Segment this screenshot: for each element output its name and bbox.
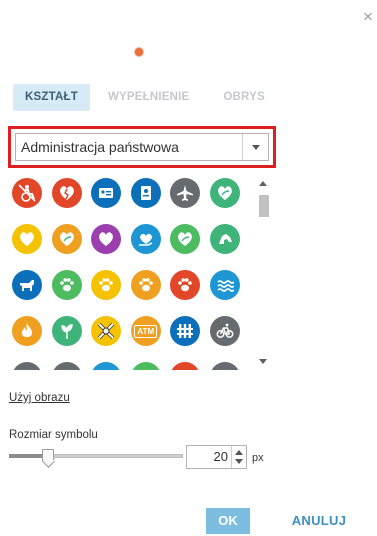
paw-icon[interactable] (51, 270, 82, 300)
heart-leaf-icon[interactable] (170, 224, 201, 254)
heart-leaf-icon[interactable] (51, 224, 82, 254)
symbol-gallery: ATM (12, 175, 270, 370)
fire-icon-glyph (21, 323, 33, 337)
paw-icon-glyph (138, 278, 153, 292)
paw-icon[interactable] (130, 270, 161, 300)
size-unit: px (252, 452, 264, 464)
atm-label: ATM (134, 324, 158, 338)
heart-icon[interactable] (12, 224, 42, 254)
heart-hand-icon[interactable] (130, 224, 161, 254)
symbol-size-input[interactable]: 20 (186, 445, 247, 469)
symbol-size-slider[interactable] (9, 449, 183, 462)
generic-symbol-icon[interactable] (12, 362, 42, 370)
heart-icon-glyph (99, 232, 114, 246)
paw-icon[interactable] (91, 270, 122, 300)
symbol-grid: ATM (12, 175, 252, 370)
railroad-crossing-icon-glyph (97, 322, 115, 340)
airplane-icon-glyph (177, 185, 194, 201)
heart-icon-glyph (20, 232, 34, 246)
heart-leaf-icon[interactable] (209, 178, 240, 208)
heart-icon[interactable] (91, 224, 122, 254)
heart-leaf-icon-glyph (178, 232, 193, 246)
heart-leaf-icon-glyph (218, 186, 232, 200)
generic-symbol-icon-glyph (97, 368, 115, 370)
accessible-icon-glyph (18, 184, 36, 202)
symbol-size-value[interactable]: 20 (214, 446, 228, 468)
paw-icon-glyph (178, 278, 193, 292)
id-badge-icon-glyph (140, 186, 151, 200)
category-select-value: Administracja państwowa (21, 139, 179, 155)
generic-symbol-icon-glyph (58, 368, 76, 370)
heart-leaf-icon-glyph (59, 232, 74, 246)
generic-symbol-icon[interactable] (130, 362, 161, 370)
gallery-scrollbar[interactable] (256, 175, 270, 370)
fire-icon[interactable] (12, 316, 42, 346)
generic-symbol-icon-glyph (137, 368, 155, 370)
close-icon[interactable]: × (360, 8, 376, 26)
plant-icon[interactable] (51, 316, 82, 346)
generic-symbol-icon-glyph (176, 368, 194, 370)
tab-outline[interactable]: OBRYS (211, 84, 276, 111)
slider-fill (9, 454, 42, 458)
generic-symbol-icon-glyph (18, 368, 36, 370)
accessible-icon[interactable] (12, 178, 42, 208)
airplane-icon[interactable] (170, 178, 201, 208)
scroll-thumb[interactable] (259, 195, 269, 217)
category-select[interactable]: Administracja państwowa (15, 133, 269, 161)
tab-shape[interactable]: KSZTAŁT (13, 84, 90, 111)
size-stepper[interactable] (231, 446, 246, 468)
generic-symbol-icon[interactable] (91, 362, 122, 370)
decrement-icon[interactable] (235, 459, 243, 464)
use-image-link[interactable]: Użyj obrazu (9, 392, 70, 404)
dog-icon-glyph (20, 280, 34, 291)
slider-thumb[interactable] (42, 449, 54, 462)
generic-symbol-icon[interactable] (209, 362, 240, 370)
plant-icon-glyph (60, 324, 73, 339)
broken-heart-icon-glyph (59, 186, 74, 200)
water-waves-icon[interactable] (209, 270, 240, 300)
category-highlight: Administracja państwowa (8, 126, 276, 168)
symbol-size-label: Rozmiar symbolu (9, 429, 98, 441)
fence-icon[interactable] (170, 316, 201, 346)
dog-icon[interactable] (12, 270, 42, 300)
chevron-down-icon[interactable] (242, 134, 268, 160)
paw-icon-glyph (99, 278, 113, 292)
animal-icon-glyph (218, 234, 232, 244)
atm-icon[interactable]: ATM (130, 316, 161, 346)
heart-hand-icon-glyph (138, 233, 153, 246)
symbol-tabs: KSZTAŁT WYPEŁNIENIE OBRYS (13, 84, 277, 111)
water-waves-icon-glyph (217, 280, 234, 292)
tab-fill[interactable]: WYPEŁNIENIE (96, 84, 201, 111)
generic-symbol-icon[interactable] (51, 362, 82, 370)
generic-symbol-icon[interactable] (170, 362, 201, 370)
fence-icon-glyph (177, 324, 194, 338)
railroad-crossing-icon[interactable] (91, 316, 122, 346)
bicycle-icon[interactable] (209, 316, 240, 346)
scroll-down-icon[interactable] (259, 359, 267, 364)
bicycle-icon-glyph (216, 323, 234, 338)
paw-icon-glyph (59, 278, 74, 292)
scroll-up-icon[interactable] (259, 181, 267, 186)
paw-icon[interactable] (170, 270, 201, 300)
animal-icon[interactable] (209, 224, 240, 254)
ok-button[interactable]: OK (206, 508, 250, 534)
id-card-icon[interactable] (91, 178, 122, 208)
symbol-preview (135, 48, 143, 56)
broken-heart-icon[interactable] (51, 178, 82, 208)
increment-icon[interactable] (235, 450, 243, 455)
generic-symbol-icon-glyph (216, 368, 234, 370)
id-card-icon-glyph (99, 188, 114, 198)
id-badge-icon[interactable] (130, 178, 161, 208)
cancel-button[interactable]: ANULUJ (283, 508, 355, 534)
